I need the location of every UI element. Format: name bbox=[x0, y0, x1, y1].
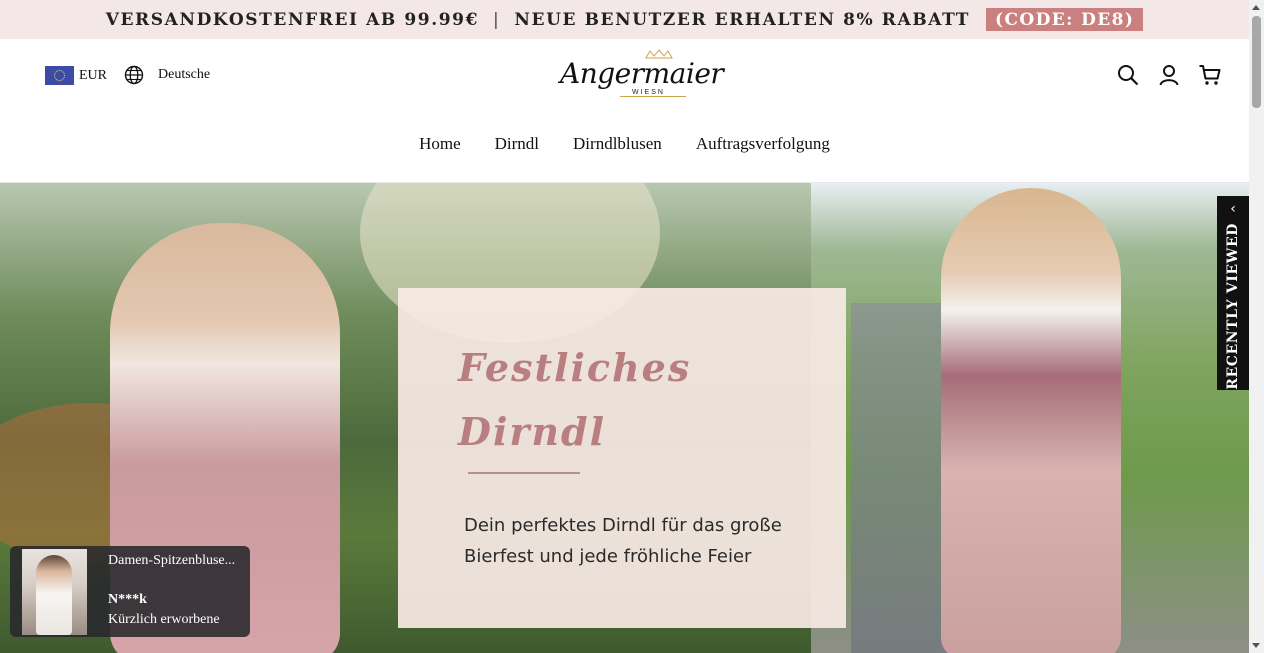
language-label: Deutsche bbox=[158, 67, 211, 82]
discount-notice: NEUE BENUTZER ERHALTEN 8% RABATT bbox=[514, 9, 971, 30]
hero-image-right bbox=[811, 183, 1249, 653]
toast-status: Kürzlich erworbene bbox=[108, 612, 220, 627]
toast-product-name: Damen-Spitzenbluse... bbox=[108, 553, 236, 568]
site-header: EUR Deutsche Angermaier WIESN Home Dirnd… bbox=[0, 39, 1249, 183]
recent-purchase-toast[interactable]: Damen-Spitzenbluse... N***k Kürzlich erw… bbox=[10, 546, 250, 637]
logo-subtitle: WIESN bbox=[632, 89, 665, 96]
toast-buyer-name: N***k bbox=[108, 592, 147, 607]
account-icon[interactable] bbox=[1157, 63, 1181, 87]
hero-title-line1: Festliches bbox=[458, 345, 692, 390]
search-icon[interactable] bbox=[1116, 63, 1140, 87]
globe-icon bbox=[124, 65, 144, 85]
scroll-thumb[interactable] bbox=[1252, 16, 1261, 108]
announcement-separator: | bbox=[493, 9, 501, 30]
hero-title-line2: Dirndl bbox=[458, 409, 607, 454]
nav-item-dirndlblusen[interactable]: Dirndlblusen bbox=[573, 134, 662, 154]
recently-viewed-label: RECENTLY VIEWED bbox=[1225, 223, 1241, 390]
language-selector[interactable]: Deutsche bbox=[124, 65, 210, 85]
nav-item-home[interactable]: Home bbox=[419, 134, 461, 154]
nav-item-dirndl[interactable]: Dirndl bbox=[495, 134, 539, 154]
site-logo[interactable]: Angermaier WIESN bbox=[560, 49, 724, 103]
page-scrollbar[interactable] bbox=[1249, 0, 1264, 653]
discount-code-badge: (CODE: DE8) bbox=[986, 8, 1144, 31]
header-actions bbox=[1116, 63, 1222, 87]
eu-flag-icon bbox=[45, 66, 74, 85]
hero-title: Festliches Dirndl bbox=[458, 336, 691, 464]
logo-wordmark: Angermaier bbox=[560, 57, 724, 90]
recently-viewed-tab[interactable]: ‹ RECENTLY VIEWED bbox=[1217, 196, 1249, 390]
chevron-left-icon: ‹ bbox=[1230, 201, 1236, 217]
hero-text-card: Festliches Dirndl Dein perfektes Dirndl … bbox=[398, 288, 846, 628]
hero-subtitle-line1: Dein perfektes Dirndl für das große bbox=[464, 515, 782, 536]
hero-divider bbox=[468, 472, 580, 474]
scroll-up-icon[interactable] bbox=[1252, 5, 1260, 10]
hero-subtitle: Dein perfektes Dirndl für das große Bier… bbox=[464, 510, 834, 572]
nav-item-order-tracking[interactable]: Auftragsverfolgung bbox=[696, 134, 830, 154]
cart-icon[interactable] bbox=[1198, 63, 1222, 87]
scroll-down-icon[interactable] bbox=[1252, 643, 1260, 648]
currency-label: EUR bbox=[79, 67, 107, 83]
main-navigation: Home Dirndl Dirndlblusen Auftragsverfolg… bbox=[0, 134, 1249, 154]
model-figure-right bbox=[941, 188, 1121, 653]
product-thumbnail bbox=[22, 549, 87, 635]
announcement-bar: VERSANDKOSTENFREI AB 99.99€ | NEUE BENUT… bbox=[0, 0, 1249, 39]
currency-selector[interactable]: EUR bbox=[45, 66, 107, 85]
shipping-notice: VERSANDKOSTENFREI AB 99.99€ bbox=[105, 9, 480, 30]
hero-subtitle-line2: Bierfest und jede fröhliche Feier bbox=[464, 546, 752, 567]
logo-rule bbox=[620, 96, 686, 97]
